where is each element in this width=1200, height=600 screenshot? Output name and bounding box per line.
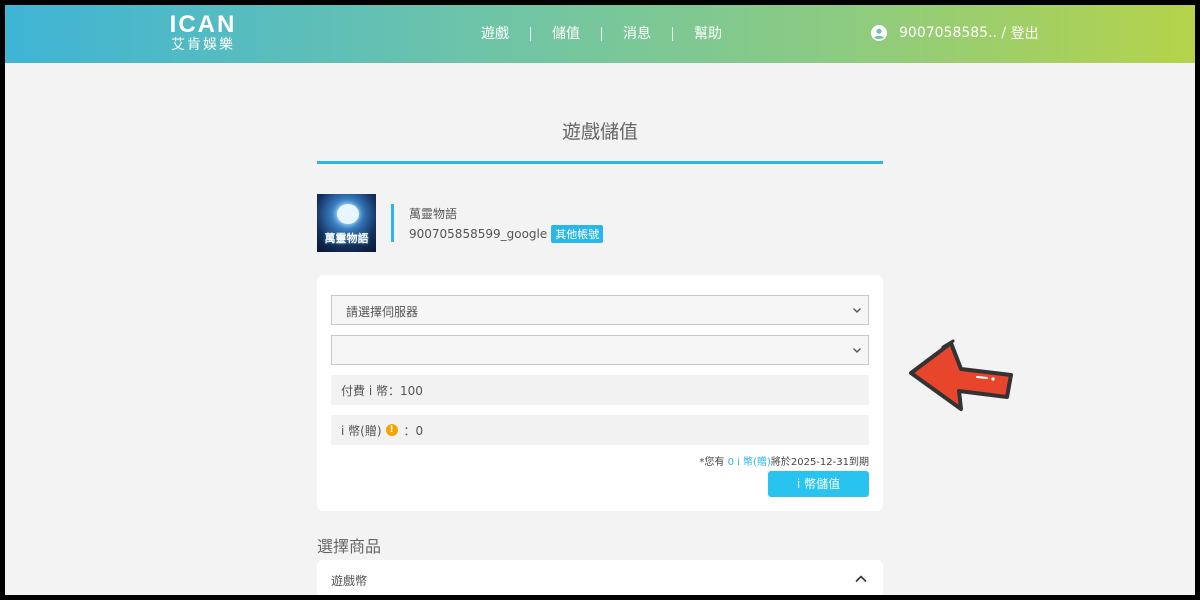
expiry-suffix: 將於2025-12-31到期 (770, 457, 869, 468)
paid-coin-row: 付費 i 幣：100 (331, 375, 869, 405)
expiry-highlight: 0 i 幣(贈) (727, 457, 771, 468)
game-accent-bar (391, 204, 394, 242)
nav-item-help[interactable]: 幫助 (673, 24, 743, 44)
game-name: 萬靈物語 (409, 207, 458, 221)
logout-link[interactable]: 登出 (1011, 23, 1039, 43)
page-title: 遊戲儲值 (561, 121, 638, 143)
nav-item-news[interactable]: 消息 (602, 24, 672, 44)
info-icon[interactable]: ! (385, 424, 398, 436)
user-area: 9007058585.. / 登出 (871, 23, 1039, 43)
expiry-prefix: *您有 (699, 457, 728, 468)
main-nav: 遊戲 儲值 消息 幫助 (460, 23, 743, 45)
chevron-down-icon (853, 308, 861, 313)
section-title-products: 選擇商品 (317, 537, 382, 556)
logo-subtitle: 艾肯娛樂 (171, 37, 235, 53)
chevron-down-icon (853, 348, 861, 353)
user-avatar-icon[interactable] (871, 25, 887, 41)
other-accounts-button[interactable]: 其他帳號 (551, 225, 604, 243)
server-select[interactable]: 請選擇伺服器 (331, 295, 869, 325)
pointer-arrow-icon (909, 339, 1013, 411)
expiry-notice: *您有 0 i 幣(贈)將於2025-12-31到期 (699, 453, 869, 468)
account-line: 900705858599_google 其他帳號 (409, 225, 604, 243)
coin-topup-button[interactable]: i 幣儲值 (768, 471, 869, 497)
nav-item-topup[interactable]: 儲值 (531, 24, 601, 44)
server-select-value: 請選擇伺服器 (346, 305, 419, 319)
ican-logo[interactable]: ICAN 艾肯娛樂 (163, 11, 243, 54)
gift-coin-row: i 幣(贈) ! ：0 (331, 415, 869, 445)
product-category-label: 遊戲幣 (331, 574, 368, 588)
game-cover-image: 萬靈物語 (317, 194, 376, 252)
nav-item-games[interactable]: 遊戲 (460, 24, 530, 44)
gift-coin-value: ：0 (403, 423, 424, 438)
browser-frame: ICAN 艾肯娛樂 遊戲 儲值 消息 幫助 9007058585.. / 登出 … (5, 5, 1195, 595)
top-navigation-bar: ICAN 艾肯娛樂 遊戲 儲值 消息 幫助 9007058585.. / 登出 (5, 5, 1195, 63)
paid-coin-label: 付費 i 幣：100 (341, 383, 423, 398)
character-select[interactable] (331, 335, 869, 365)
cover-creature (337, 204, 359, 224)
product-category-accordion[interactable]: 遊戲幣 (317, 560, 883, 595)
topup-form-card: 請選擇伺服器 付費 i 幣：100 i 幣(贈) ! ：0 *您有 0 i 幣(… (317, 275, 883, 511)
user-id[interactable]: 9007058585.. (899, 25, 997, 41)
chevron-up-icon[interactable] (854, 572, 868, 586)
gift-coin-label: i 幣(贈) (341, 423, 382, 438)
logo-mark: ICAN (169, 11, 237, 38)
account-id: 900705858599_google (409, 227, 548, 241)
cover-title-art: 萬靈物語 (324, 232, 369, 245)
title-underline (317, 161, 883, 164)
logout-separator: / (996, 25, 1011, 41)
